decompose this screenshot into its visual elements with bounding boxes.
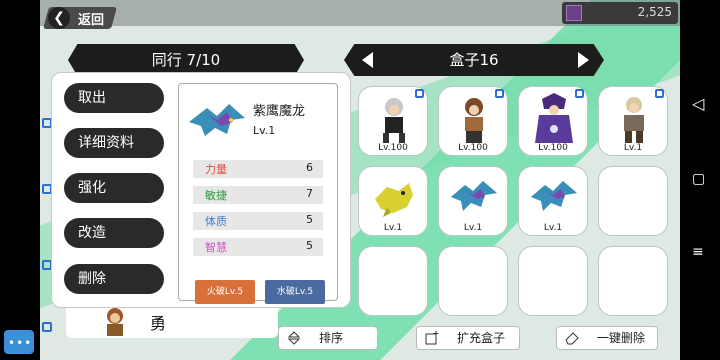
slot-level: Lv.1 (383, 223, 403, 233)
slot-level: Lv.100 (538, 143, 568, 153)
item-name: 紫鹰魔龙 (253, 104, 306, 119)
box-next-arrow-icon[interactable] (578, 52, 589, 68)
stat-name: 力量 (205, 163, 227, 176)
box-slot[interactable]: Lv.1 (358, 166, 428, 236)
enhance-button[interactable]: 强化 (64, 173, 164, 203)
modify-button[interactable]: 改造 (64, 218, 164, 248)
stat-value: 7 (306, 187, 313, 200)
hero-purple-icon (535, 93, 573, 143)
lock-icon (42, 322, 52, 332)
chat-dots-icon: ••• (8, 336, 33, 350)
slot-level: Lv.1 (463, 223, 483, 233)
item-detail-card: 紫鹰魔龙 Lv.1 力量 6 敏捷 7 体质 5 智慧 5 火破Lv.5 水破L… (178, 83, 338, 304)
slot-level: Lv.100 (458, 143, 488, 153)
nav-home-icon[interactable]: ▢ (692, 171, 705, 187)
stat-value: 6 (306, 161, 313, 174)
stat-value: 5 (306, 239, 313, 252)
stat-name: 智慧 (205, 241, 227, 254)
details-button[interactable]: 详细资料 (64, 128, 164, 158)
add-box-icon (425, 331, 439, 345)
lock-icon (415, 89, 424, 98)
box-slot[interactable] (358, 246, 428, 316)
hero-avatar (107, 308, 123, 336)
sort-icon (287, 331, 301, 345)
delete-button[interactable]: 删除 (64, 264, 164, 294)
stat-row-strength: 力量 6 (193, 160, 323, 178)
stat-name: 体质 (205, 215, 227, 228)
expand-box-label: 扩充盒子 (457, 331, 506, 345)
delete-all-label: 一键删除 (597, 331, 646, 345)
box-grid: Lv.100 Lv.100 Lv.100 Lv.1 Lv.1 Lv.1 Lv.1 (344, 76, 680, 322)
box-slot[interactable]: Lv.1 (438, 166, 508, 236)
lock-icon (575, 89, 584, 98)
water-break-badge: 水破Lv.5 (265, 280, 325, 304)
sort-button[interactable]: 排序 (278, 326, 378, 350)
box-slot[interactable] (598, 166, 668, 236)
box-prev-arrow-icon[interactable] (362, 52, 373, 68)
box-slot[interactable] (598, 246, 668, 316)
currency-value: 2,525 (637, 5, 672, 19)
box-slot[interactable]: Lv.1 (518, 166, 588, 236)
stat-row-agility: 敏捷 7 (193, 186, 323, 204)
slot-level: Lv.100 (378, 143, 408, 153)
stat-value: 5 (306, 213, 313, 226)
expand-box-button[interactable]: 扩充盒子 (416, 326, 520, 350)
blue-dragon-icon (531, 181, 577, 211)
hero-name: 勇 (150, 314, 167, 333)
lock-icon (495, 89, 504, 98)
game-screen: ❮ 返回 2,525 同行 7/10 盒子16 Lv.100 Lv.100 Lv.1… (40, 0, 680, 360)
hero-brown-icon (465, 98, 483, 143)
hero-knight-icon (624, 97, 644, 143)
nav-back-icon[interactable]: ◁ (692, 94, 704, 113)
box-slot[interactable]: Lv.100 (358, 86, 428, 156)
stat-row-constitution: 体质 5 (193, 212, 323, 230)
box-slot[interactable]: Lv.100 (518, 86, 588, 156)
stat-row-wisdom: 智慧 5 (193, 238, 323, 256)
blue-dragon-icon (451, 181, 497, 211)
slot-level: Lv.1 (543, 223, 563, 233)
sort-label: 排序 (319, 331, 344, 345)
system-nav-bar: ◁ ▢ ≡ (680, 0, 720, 360)
back-label[interactable]: 返回 (78, 9, 104, 28)
box-banner: 盒子16 (344, 44, 604, 76)
box-slot[interactable]: Lv.1 (598, 86, 668, 156)
back-arrow-icon[interactable]: ❮ (48, 7, 70, 29)
lock-icon (655, 89, 664, 98)
stat-name: 敏捷 (205, 189, 227, 202)
blue-dragon-icon (189, 104, 245, 136)
yellow-dragon-icon (375, 183, 413, 217)
slot-level: Lv.1 (623, 143, 643, 153)
currency-box: 2,525 (562, 2, 678, 24)
hero-strip[interactable] (66, 308, 278, 338)
take-out-button[interactable]: 取出 (64, 83, 164, 113)
fire-break-badge: 火破Lv.5 (195, 280, 255, 304)
item-level: Lv.1 (253, 124, 276, 137)
eraser-icon (565, 332, 579, 345)
box-slot[interactable] (438, 246, 508, 316)
hero-silver-icon (383, 98, 405, 143)
delete-all-button[interactable]: 一键删除 (556, 326, 658, 350)
nav-menu-icon[interactable]: ≡ (692, 244, 704, 260)
box-slot[interactable] (518, 246, 588, 316)
gem-icon (566, 5, 582, 21)
action-panel: 取出 详细资料 强化 改造 删除 紫鹰魔龙 Lv.1 力量 6 敏捷 7 体质 … (51, 72, 351, 308)
box-slot[interactable]: Lv.100 (438, 86, 508, 156)
